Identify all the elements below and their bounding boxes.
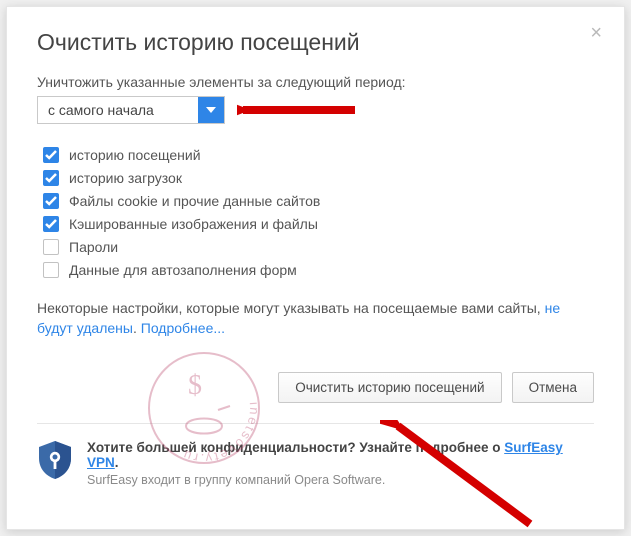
period-select-value: с самого начала [38,102,198,118]
checkbox-label: историю посещений [69,147,201,163]
checkbox[interactable] [43,170,59,186]
promo-title: Хотите большей конфиденциальности? Узнай… [87,440,594,470]
checkbox-label: историю загрузок [69,170,182,186]
dialog-title: Очистить историю посещений [37,29,594,56]
annotation-arrow-1 [237,96,357,124]
period-label: Уничтожить указанные элементы за следующ… [37,74,594,90]
cancel-button[interactable]: Отмена [512,372,594,403]
note-pre: Некоторые настройки, которые могут указы… [37,300,545,316]
checkbox-row: историю посещений [43,147,594,163]
checkbox-row: Файлы cookie и прочие данные сайтов [43,193,594,209]
checkbox[interactable] [43,193,59,209]
checkbox-label: Кэшированные изображения и файлы [69,216,318,232]
period-row: с самого начала [37,96,594,124]
checkbox-row: Пароли [43,239,594,255]
shield-icon [37,440,73,480]
promo-section: Хотите большей конфиденциальности? Узнай… [37,424,594,503]
checkbox-label: Файлы cookie и прочие данные сайтов [69,193,320,209]
clear-history-button[interactable]: Очистить историю посещений [278,372,501,403]
checkbox[interactable] [43,216,59,232]
checkbox[interactable] [43,147,59,163]
note-text: Некоторые настройки, которые могут указы… [37,299,594,338]
checkbox-row: Данные для автозаполнения форм [43,262,594,278]
promo-title-pre: Хотите большей конфиденциальности? Узнай… [87,440,504,455]
note-link-more[interactable]: Подробнее... [141,320,225,336]
chevron-down-icon [198,97,224,123]
clear-history-dialog: × Очистить историю посещений Уничтожить … [6,6,625,530]
checkbox-list: историю посещений историю загрузок Файлы c… [43,140,594,285]
checkbox-label: Пароли [69,239,118,255]
close-icon[interactable]: × [590,23,602,43]
note-sep: . [133,320,141,336]
checkbox[interactable] [43,239,59,255]
period-select[interactable]: с самого начала [37,96,225,124]
checkbox-row: историю загрузок [43,170,594,186]
promo-subtitle: SurfEasy входит в группу компаний Opera … [87,473,594,487]
promo-text: Хотите большей конфиденциальности? Узнай… [87,440,594,487]
button-row: Очистить историю посещений Отмена [37,348,594,424]
checkbox-label: Данные для автозаполнения форм [69,262,297,278]
checkbox[interactable] [43,262,59,278]
promo-title-post: . [115,455,119,470]
checkbox-row: Кэшированные изображения и файлы [43,216,594,232]
